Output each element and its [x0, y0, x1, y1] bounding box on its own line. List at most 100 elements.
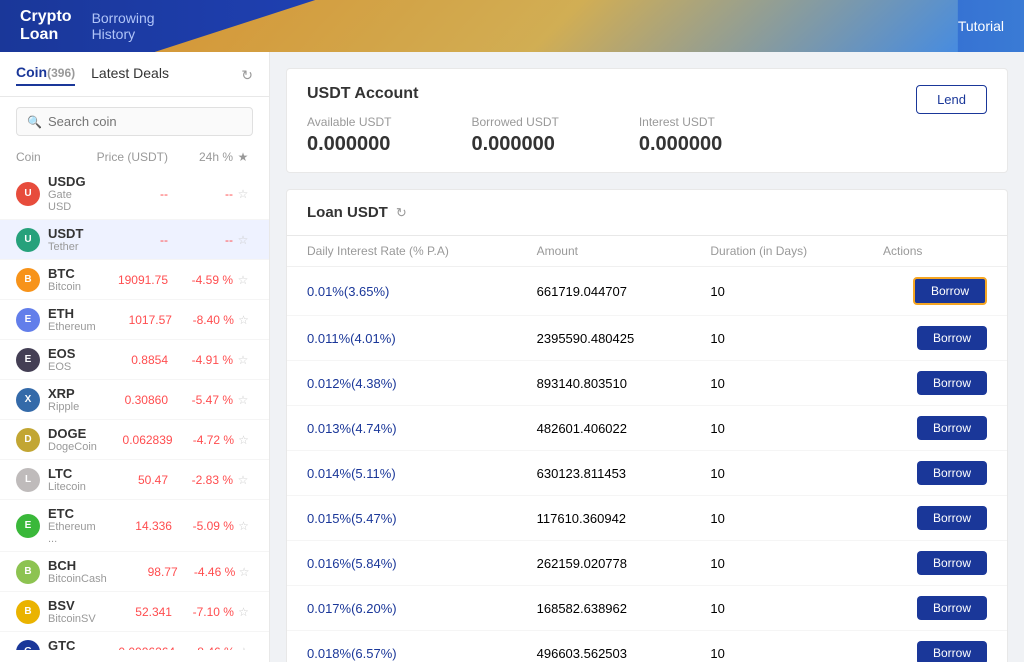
coin-icon-xrp: X — [16, 388, 40, 412]
search-box: 🔍 — [16, 107, 253, 136]
duration-cell-6: 10 — [690, 541, 863, 586]
account-card: USDT Account Available USDT 0.000000 Bor… — [286, 68, 1008, 173]
coin-row-doge[interactable]: DDOGEDogeCoin0.062839-4.72 %☆ — [0, 420, 269, 460]
coin-star-gtc[interactable]: ☆ — [235, 645, 253, 651]
coin-row-etc[interactable]: EETCEthereum ...14.336-5.09 %☆ — [0, 500, 269, 552]
action-cell-0: Borrow — [863, 267, 1007, 316]
coin-price-bsv: 52.341 — [96, 605, 172, 619]
action-cell-3: Borrow — [863, 406, 1007, 451]
coin-star-usdt[interactable]: ☆ — [233, 233, 253, 247]
coin-icon-bch: B — [16, 560, 40, 584]
action-cell-2: Borrow — [863, 361, 1007, 406]
coin-icon-usdt: U — [16, 228, 40, 252]
table-row: 0.016%(5.84%)262159.02077810 Borrow — [287, 541, 1007, 586]
coin-change-bsv: -7.10 % — [172, 605, 234, 619]
coin-row-eos[interactable]: EEOSEOS0.8854-4.91 %☆ — [0, 340, 269, 380]
coin-price-btc: 19091.75 — [88, 273, 168, 287]
amount-cell-5: 117610.360942 — [517, 496, 691, 541]
search-input[interactable] — [48, 114, 242, 129]
loan-title: Loan USDT — [307, 204, 388, 221]
table-row: 0.018%(6.57%)496603.56250310 Borrow — [287, 631, 1007, 662]
rate-cell-2: 0.012%(4.38%) — [287, 361, 517, 406]
coin-row-eth[interactable]: EETHEthereum1017.57-8.40 %☆ — [0, 300, 269, 340]
coin-star-etc[interactable]: ☆ — [234, 519, 253, 533]
coin-star-usdg[interactable]: ☆ — [233, 187, 253, 201]
main-container: Coin(396) Latest Deals ↻ 🔍 Coin Price (U… — [0, 52, 1024, 662]
loan-section: Loan USDT ↻ Daily Interest Rate (% P.A) … — [286, 189, 1008, 662]
coin-change-btc: -4.59 % — [168, 273, 233, 287]
coin-star-eos[interactable]: ☆ — [233, 353, 253, 367]
header-nav: Crypto Loan Borrowing History — [20, 8, 155, 44]
loan-header: Loan USDT ↻ — [287, 190, 1007, 236]
tab-latest-deals[interactable]: Latest Deals — [91, 65, 169, 85]
coin-info-usdg: USDGGate USD — [48, 174, 88, 213]
header-borrowing-history[interactable]: Borrowing History — [92, 10, 155, 42]
coin-icon-doge: D — [16, 428, 40, 452]
amount-cell-0: 661719.044707 — [517, 267, 691, 316]
coin-info-ltc: LTCLitecoin — [48, 466, 88, 493]
table-row: 0.012%(4.38%)893140.80351010Borrow — [287, 361, 1007, 406]
coin-info-gtc: GTCGame.com — [48, 638, 102, 650]
tutorial-link[interactable]: Tutorial — [958, 18, 1004, 34]
borrow-button-7[interactable]: Borrow — [917, 596, 987, 620]
coin-price-gtc: 0.0006264 — [102, 645, 175, 651]
duration-cell-2: 10 — [690, 361, 863, 406]
coin-star-bch[interactable]: ☆ — [235, 565, 253, 579]
borrow-button-2[interactable]: Borrow — [917, 371, 987, 395]
coin-star-xrp[interactable]: ☆ — [233, 393, 253, 407]
coin-change-gtc: -8.46 % — [175, 645, 235, 651]
header-banner — [155, 0, 958, 52]
coin-row-ltc[interactable]: LLTCLitecoin50.47-2.83 %☆ — [0, 460, 269, 500]
borrow-button-0[interactable]: Borrow — [913, 277, 987, 305]
coin-row-gtc[interactable]: G GTCGame.com0.0006264-8.46 %☆ — [0, 632, 269, 650]
tab-coin[interactable]: Coin(396) — [16, 64, 75, 86]
coin-info-btc: BTCBitcoin — [48, 266, 88, 293]
coin-star-ltc[interactable]: ☆ — [233, 473, 253, 487]
borrow-button-3[interactable]: Borrow — [917, 416, 987, 440]
coin-row-bch[interactable]: BBCHBitcoinCash98.77-4.46 %☆ — [0, 552, 269, 592]
action-cell-1: Borrow — [863, 316, 1007, 361]
coin-star-doge[interactable]: ☆ — [234, 433, 253, 447]
coin-info-bsv: BSVBitcoinSV — [48, 598, 96, 625]
th-amount: Amount — [517, 236, 691, 267]
duration-cell-5: 10 — [690, 496, 863, 541]
borrow-button-5[interactable]: Borrow — [917, 506, 987, 530]
borrow-button-6[interactable]: Borrow — [917, 551, 987, 575]
coin-star-btc[interactable]: ☆ — [233, 273, 253, 287]
coin-row-xrp[interactable]: XXRPRipple0.30860-5.47 %☆ — [0, 380, 269, 420]
duration-cell-7: 10 — [690, 586, 863, 631]
coin-row-usdt[interactable]: UUSDTTether----☆ — [0, 220, 269, 260]
available-usdt-stat: Available USDT 0.000000 — [307, 115, 391, 156]
coin-list: UUSDGGate USD----☆UUSDTTether----☆BBTCBi… — [0, 168, 269, 650]
loan-refresh-icon[interactable]: ↻ — [396, 205, 407, 221]
borrow-button-1[interactable]: Borrow — [917, 326, 987, 350]
borrow-button-4[interactable]: Borrow — [917, 461, 987, 485]
col-price: Price (USDT) — [88, 150, 168, 164]
coin-icon-usdg: U — [16, 182, 40, 206]
coin-star-eth[interactable]: ☆ — [234, 313, 253, 327]
amount-cell-6: 262159.020778 — [517, 541, 691, 586]
duration-cell-1: 10 — [690, 316, 863, 361]
table-row: 0.013%(4.74%)482601.40602210Borrow — [287, 406, 1007, 451]
duration-cell-8: 10 — [690, 631, 863, 662]
coin-row-usdg[interactable]: UUSDGGate USD----☆ — [0, 168, 269, 220]
refresh-icon[interactable]: ↻ — [241, 67, 253, 84]
rate-cell-6: 0.016%(5.84%) — [287, 541, 517, 586]
amount-cell-7: 168582.638962 — [517, 586, 691, 631]
coin-icon-etc: E — [16, 514, 40, 538]
header-logo[interactable]: Crypto Loan — [20, 8, 72, 44]
coin-icon-gtc: G — [16, 640, 40, 651]
lend-button[interactable]: Lend — [916, 85, 987, 114]
borrow-button-8[interactable]: Borrow — [917, 641, 987, 662]
coin-price-eth: 1017.57 — [96, 313, 172, 327]
coin-info-eos: EOSEOS — [48, 346, 88, 373]
coin-row-bsv[interactable]: BBSVBitcoinSV52.341-7.10 %☆ — [0, 592, 269, 632]
table-row: 0.017%(6.20%)168582.63896210Borrow — [287, 586, 1007, 631]
rate-cell-8: 0.018%(6.57%) — [287, 631, 517, 662]
amount-cell-8: 496603.562503 — [517, 631, 691, 662]
coin-price-ltc: 50.47 — [88, 473, 168, 487]
duration-cell-3: 10 — [690, 406, 863, 451]
coin-info-bch: BCHBitcoinCash — [48, 558, 107, 585]
coin-row-btc[interactable]: BBTCBitcoin19091.75-4.59 %☆ — [0, 260, 269, 300]
coin-star-bsv[interactable]: ☆ — [234, 605, 253, 619]
